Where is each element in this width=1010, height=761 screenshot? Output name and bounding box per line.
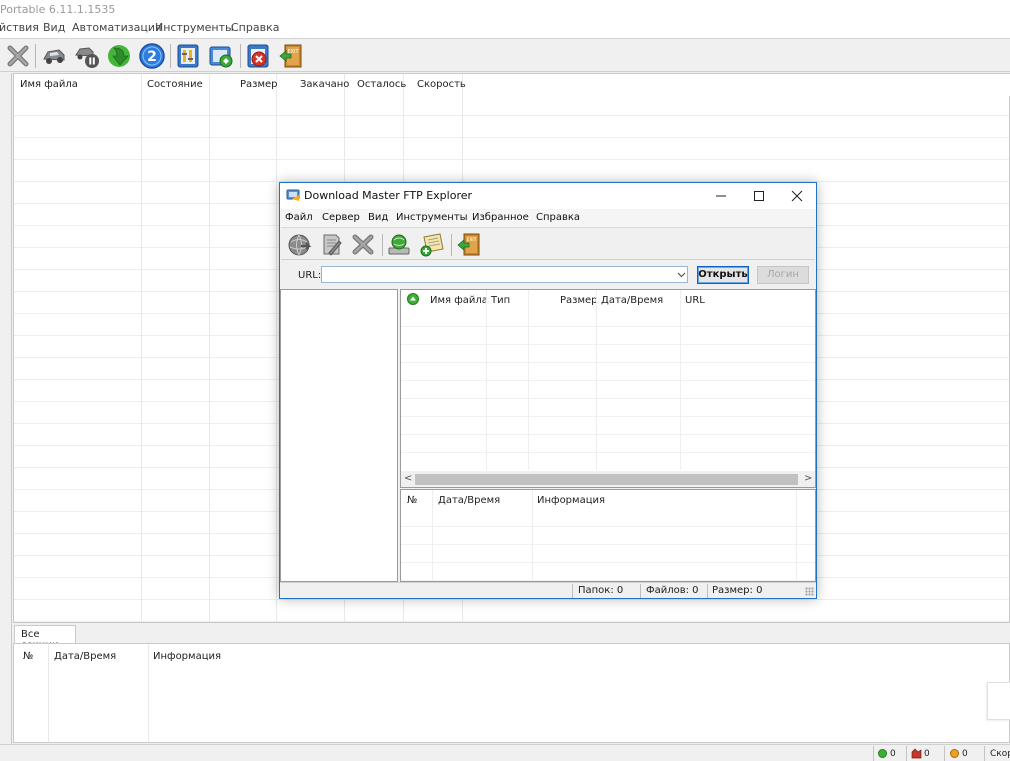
window-title: Portable 6.11.1.1535 <box>0 0 1010 18</box>
car-icon[interactable] <box>40 42 68 70</box>
col-remaining[interactable]: Осталось <box>357 79 406 90</box>
dialog-menu-bar: Файл Сервер Вид Инструменты Избранное Сп… <box>280 209 816 227</box>
tab-all-sections[interactable]: Все секции <box>14 625 76 651</box>
active-icon <box>878 749 887 758</box>
file-list-rows <box>401 309 815 469</box>
pause-car-icon[interactable] <box>73 42 101 70</box>
svg-text:2: 2 <box>147 49 157 65</box>
main-statusbar: 0 0 0 Скор <box>0 744 1010 761</box>
file-col-size[interactable]: Размер <box>560 295 598 306</box>
dialog-log-rows <box>401 509 815 581</box>
log-col-datetime[interactable]: Дата/Время <box>54 651 116 662</box>
connect-icon[interactable] <box>285 231 313 258</box>
minimize-button[interactable] <box>702 183 740 209</box>
svg-text:EXIT: EXIT <box>466 237 476 243</box>
file-col-url[interactable]: URL <box>685 295 705 306</box>
dialog-titlebar[interactable]: Download Master FTP Explorer <box>280 183 816 209</box>
status-paused: 0 <box>950 747 968 760</box>
dlg-menu-favorites[interactable]: Избранное <box>472 212 529 223</box>
status-speed: Скор <box>990 748 1010 759</box>
resize-grip[interactable] <box>805 587 814 596</box>
scroll-left-icon[interactable]: < <box>404 473 412 484</box>
status-active: 0 <box>878 747 896 760</box>
maximize-icon <box>754 191 764 201</box>
status-files: Файлов: 0 <box>646 585 699 596</box>
sections-2-icon[interactable]: 2 <box>138 42 166 70</box>
col-size[interactable]: Размер <box>240 79 278 90</box>
add-favorite-icon[interactable] <box>418 231 446 258</box>
maximize-button[interactable] <box>740 183 778 209</box>
dlg-menu-server[interactable]: Сервер <box>322 212 360 223</box>
dlg-log-col-datetime[interactable]: Дата/Время <box>438 495 500 506</box>
col-downloaded[interactable]: Закачано <box>300 79 349 90</box>
exit-icon[interactable]: EXIT <box>455 231 483 258</box>
up-folder-icon[interactable] <box>407 293 419 305</box>
category-panel <box>0 73 12 745</box>
col-speed[interactable]: Скорость <box>417 79 466 90</box>
delete-icon[interactable] <box>349 231 377 258</box>
scroll-thumb[interactable] <box>415 474 798 485</box>
dlg-log-col-number[interactable]: № <box>407 495 417 506</box>
login-button[interactable]: Логин <box>757 266 809 284</box>
error-icon <box>911 748 922 759</box>
status-errors: 0 <box>911 747 930 760</box>
file-col-type[interactable]: Тип <box>491 295 510 306</box>
chevron-down-icon <box>677 272 685 277</box>
url-combobox[interactable] <box>321 266 688 283</box>
status-folders: Папок: 0 <box>578 585 624 596</box>
dlg-log-col-info[interactable]: Информация <box>537 495 605 506</box>
menu-help[interactable]: Справка <box>231 21 279 34</box>
col-status[interactable]: Состояние <box>147 79 203 90</box>
floating-panel <box>987 682 1010 720</box>
file-list[interactable]: Имя файла Тип Размер Дата/Время URL < > <box>400 289 816 488</box>
log-table: № Дата/Время Информация <box>13 643 1010 743</box>
site-manager-icon[interactable] <box>207 42 235 70</box>
scheduler-icon[interactable] <box>244 42 272 70</box>
dlg-menu-view[interactable]: Вид <box>368 212 388 223</box>
folder-tree[interactable] <box>280 289 398 582</box>
settings-icon[interactable] <box>174 42 202 70</box>
dialog-log-table: № Дата/Время Информация <box>400 489 816 582</box>
dialog-title: Download Master FTP Explorer <box>304 189 473 202</box>
url-label: URL: <box>298 270 322 281</box>
col-file-name[interactable]: Имя файла <box>20 79 78 90</box>
log-col-info[interactable]: Информация <box>153 651 221 662</box>
horizontal-scrollbar[interactable]: < > <box>401 471 815 487</box>
dlg-menu-help[interactable]: Справка <box>536 212 580 223</box>
menu-actions[interactable]: йствия <box>0 21 39 34</box>
log-col-number[interactable]: № <box>23 651 33 662</box>
menu-tools[interactable]: Инструменты <box>155 21 234 34</box>
menu-view[interactable]: Вид <box>43 21 65 34</box>
delete-icon[interactable] <box>4 42 32 70</box>
open-button[interactable]: Открыть <box>697 266 749 284</box>
exit-icon[interactable]: EXIT <box>277 42 305 70</box>
app-icon <box>286 189 300 201</box>
dialog-statusbar: Папок: 0 Файлов: 0 Размер: 0 <box>280 582 816 598</box>
dlg-menu-tools[interactable]: Инструменты <box>396 212 468 223</box>
file-col-name[interactable]: Имя файла <box>430 295 488 306</box>
close-icon <box>791 190 803 202</box>
bottom-tabbar: Все секции <box>13 623 1010 651</box>
close-button[interactable] <box>778 183 816 209</box>
file-col-datetime[interactable]: Дата/Время <box>601 295 663 306</box>
download-icon[interactable] <box>385 231 413 258</box>
menu-automation[interactable]: Автоматизация <box>72 21 162 34</box>
main-menu-bar: йствия Вид Автоматизация Инструменты Спр… <box>0 18 1010 38</box>
ftp-explorer-dialog: Download Master FTP Explorer Файл Сервер… <box>279 182 817 599</box>
dialog-toolbar: EXIT <box>281 227 815 260</box>
paused-icon <box>950 749 959 758</box>
status-size: Размер: 0 <box>712 585 763 596</box>
edit-icon[interactable] <box>317 231 345 258</box>
dlg-menu-file[interactable]: Файл <box>285 212 313 223</box>
main-toolbar: 2 EXIT <box>0 38 1010 72</box>
minimize-icon <box>716 195 726 197</box>
url-row: URL: Открыть Логин <box>280 261 816 287</box>
download-arrow-icon[interactable] <box>105 42 133 70</box>
url-dropdown-button[interactable] <box>675 267 687 282</box>
scroll-right-icon[interactable]: > <box>804 473 812 484</box>
